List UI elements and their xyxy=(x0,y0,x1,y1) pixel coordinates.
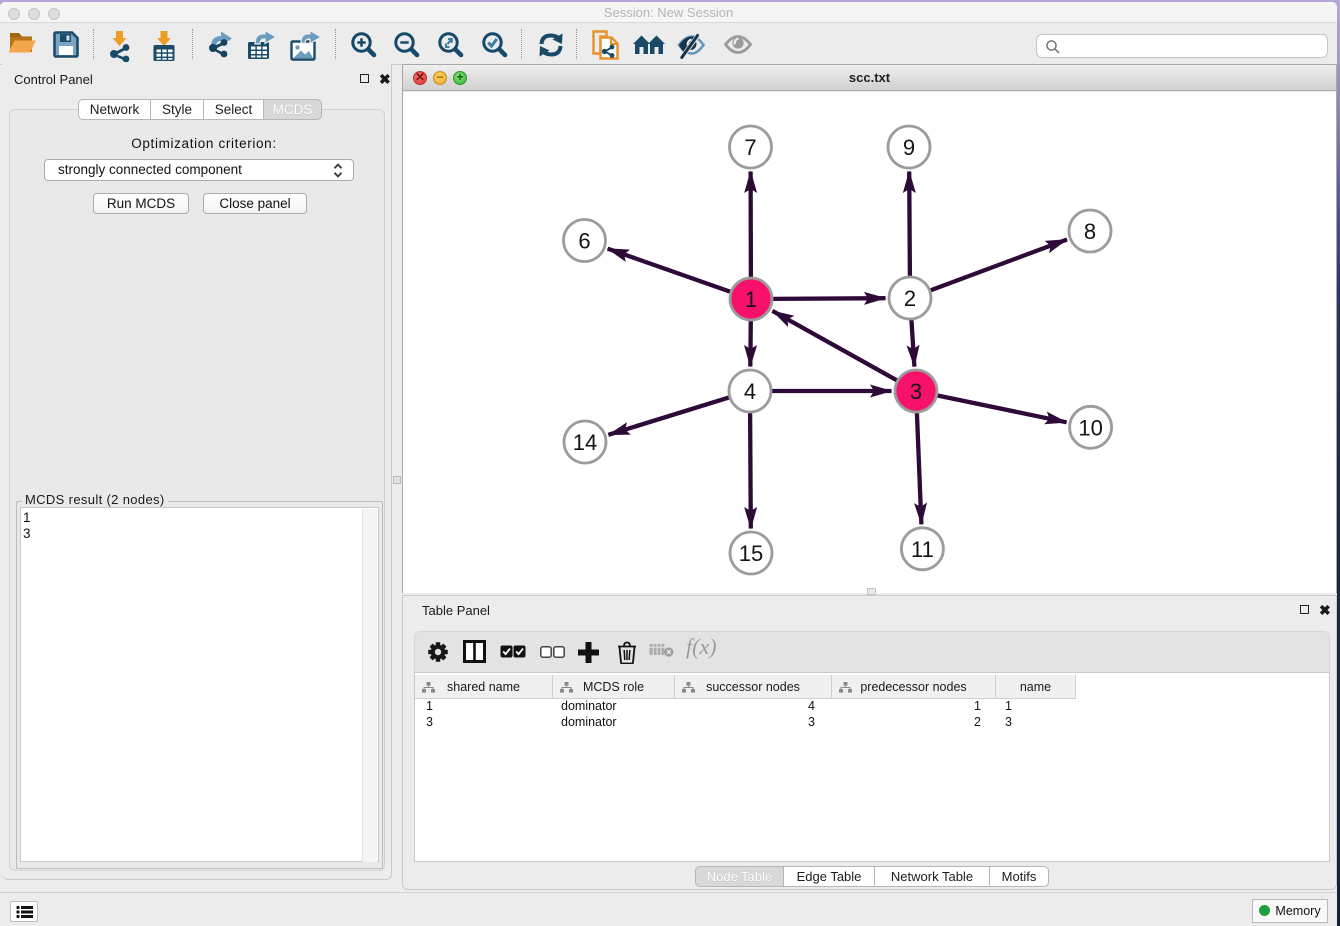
svg-text:7: 7 xyxy=(744,135,756,160)
svg-text:1: 1 xyxy=(745,287,757,312)
svg-text:9: 9 xyxy=(903,135,915,160)
svg-text:2: 2 xyxy=(904,286,916,311)
svg-text:6: 6 xyxy=(578,229,590,254)
svg-text:3: 3 xyxy=(910,379,922,404)
svg-text:4: 4 xyxy=(744,379,756,404)
svg-text:8: 8 xyxy=(1084,219,1096,244)
svg-text:11: 11 xyxy=(911,537,934,562)
svg-text:15: 15 xyxy=(739,541,763,566)
svg-text:10: 10 xyxy=(1078,415,1102,440)
svg-text:14: 14 xyxy=(573,430,597,455)
